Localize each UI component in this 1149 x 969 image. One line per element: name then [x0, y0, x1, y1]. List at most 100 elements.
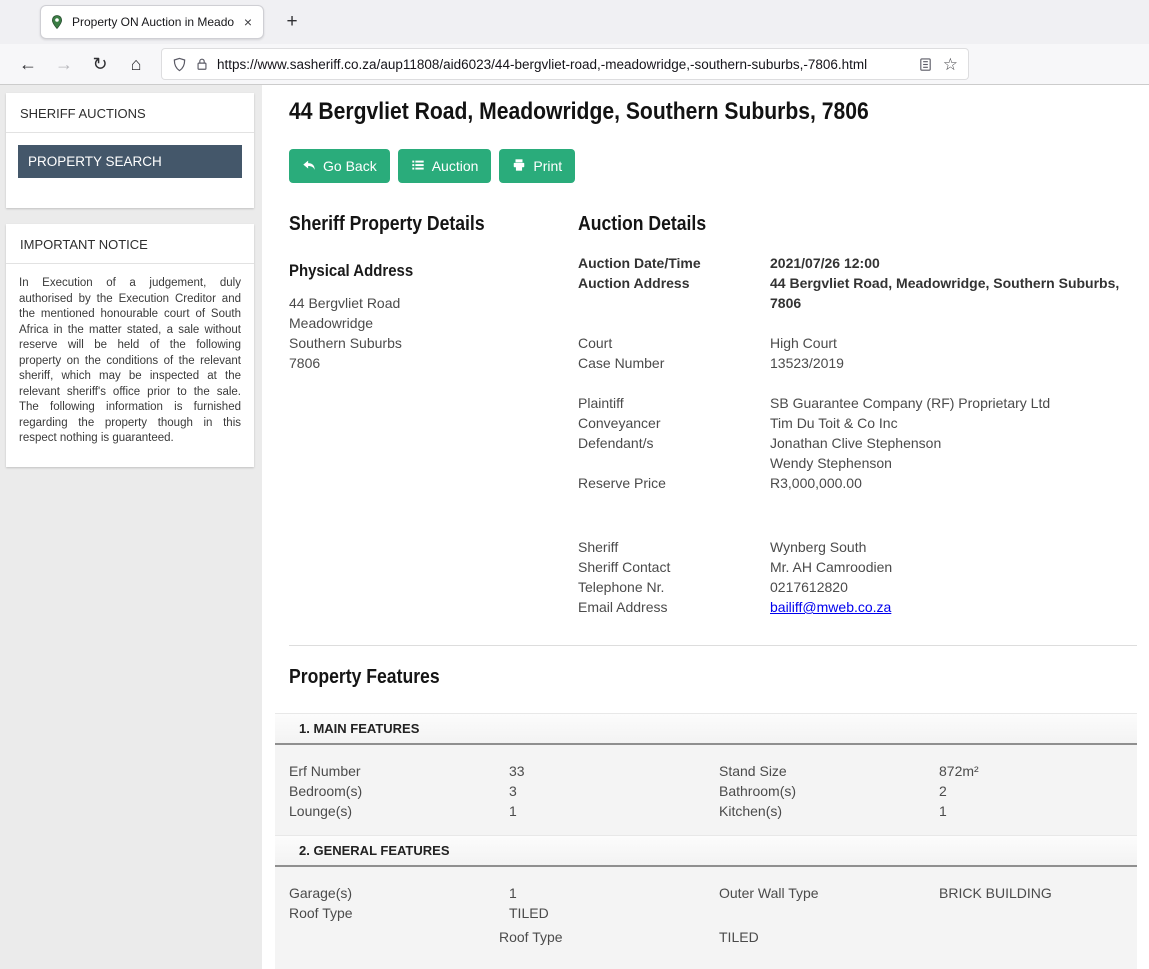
address-line: Meadowridge	[289, 313, 578, 333]
detail-value: Wynberg South	[770, 537, 1137, 557]
detail-value: SB Guarantee Company (RF) Proprietary Lt…	[770, 393, 1137, 413]
detail-label: Plaintiff	[578, 393, 770, 413]
feature-label: Bathroom(s)	[719, 781, 939, 801]
feature-row-offset: Roof Type TILED	[275, 927, 1137, 947]
notice-text: In Execution of a judgement, duly author…	[6, 264, 254, 467]
refresh-button[interactable]: ↻	[85, 49, 115, 79]
navigation-toolbar: ← → ↻ ⌂ https://www.sasheriff.co.za/aup1…	[0, 44, 1149, 85]
go-back-label: Go Back	[323, 158, 377, 174]
detail-value: Mr. AH Camroodien	[770, 557, 1137, 577]
url-text: https://www.sasheriff.co.za/aup11808/aid…	[217, 57, 910, 72]
detail-value: Wendy Stephenson	[770, 453, 1137, 473]
action-buttons: Go Back Auction Print	[289, 149, 1137, 183]
detail-value: 13523/2019	[770, 353, 1137, 373]
tab-bar: Property ON Auction in Meado × +	[0, 0, 1149, 44]
feature-label: Stand Size	[719, 761, 939, 781]
feature-row: Roof Type TILED	[275, 903, 1137, 923]
row-sheriff: Sheriff Wynberg South	[578, 537, 1137, 557]
bookmark-star-icon[interactable]: ☆	[943, 56, 958, 73]
divider	[289, 645, 1137, 646]
feature-value: 33	[509, 761, 719, 781]
feature-value: 1	[509, 883, 719, 903]
detail-value: 0217612820	[770, 577, 1137, 597]
detail-label: Auction Date/Time	[578, 253, 770, 273]
detail-value: 2021/07/26 12:00	[770, 253, 1137, 273]
property-details-column: Sheriff Property Details Physical Addres…	[289, 197, 578, 617]
property-features-heading: Property Features	[289, 666, 1035, 689]
row-defendants-2: Wendy Stephenson	[578, 453, 1137, 473]
detail-value: High Court	[770, 333, 1137, 353]
feature-label: Garage(s)	[275, 883, 509, 903]
feature-label	[719, 903, 939, 923]
main-content: 44 Bergvliet Road, Meadowridge, Southern…	[262, 85, 1149, 969]
feature-value: 1	[939, 801, 1137, 821]
detail-label: Email Address	[578, 597, 770, 617]
feature-row: Garage(s) 1 Outer Wall Type BRICK BUILDI…	[275, 883, 1137, 903]
row-auction-datetime: Auction Date/Time 2021/07/26 12:00	[578, 253, 1137, 273]
feature-value: 2	[939, 781, 1137, 801]
physical-address-heading: Physical Address	[289, 261, 543, 281]
section-header-general-features: 2. GENERAL FEATURES	[275, 835, 1137, 867]
detail-value: 44 Bergvliet Road, Meadowridge, Southern…	[770, 273, 1137, 313]
forward-button[interactable]: →	[49, 49, 79, 79]
lock-icon[interactable]	[195, 57, 209, 71]
sheriff-auctions-title: SHERIFF AUCTIONS	[6, 93, 254, 133]
detail-label: Defendant/s	[578, 433, 770, 453]
row-plaintiff: Plaintiff SB Guarantee Company (RF) Prop…	[578, 393, 1137, 413]
address-line: 7806	[289, 353, 578, 373]
page-title: 44 Bergvliet Road, Meadowridge, Southern…	[289, 97, 1035, 127]
home-button[interactable]: ⌂	[121, 49, 151, 79]
feature-label: Bedroom(s)	[275, 781, 509, 801]
row-email: Email Address bailiff@mweb.co.za	[578, 597, 1137, 617]
detail-value: Jonathan Clive Stephenson	[770, 433, 1137, 453]
feature-row: Bedroom(s) 3 Bathroom(s) 2	[275, 781, 1137, 801]
row-defendants: Defendant/s Jonathan Clive Stephenson	[578, 433, 1137, 453]
auction-button[interactable]: Auction	[398, 149, 492, 183]
browser-tab[interactable]: Property ON Auction in Meado ×	[40, 5, 264, 39]
feature-label: Outer Wall Type	[719, 883, 939, 903]
sheriff-auctions-panel: SHERIFF AUCTIONS PROPERTY SEARCH	[6, 93, 254, 208]
feature-value: 872m²	[939, 761, 1137, 781]
feature-label: Roof Type	[275, 903, 509, 923]
detail-label: Auction Address	[578, 273, 770, 313]
feature-row: Lounge(s) 1 Kitchen(s) 1	[275, 801, 1137, 821]
go-back-button[interactable]: Go Back	[289, 149, 390, 183]
detail-value: Tim Du Toit & Co Inc	[770, 413, 1137, 433]
tab-title: Property ON Auction in Meado	[72, 15, 237, 29]
email-link[interactable]: bailiff@mweb.co.za	[770, 599, 891, 615]
feature-label: Erf Number	[275, 761, 509, 781]
features-table: 1. MAIN FEATURES Erf Number 33 Stand Siz…	[275, 713, 1137, 969]
auction-list-icon	[411, 158, 425, 175]
back-button[interactable]: ←	[13, 49, 43, 79]
reader-view-icon[interactable]	[918, 57, 933, 72]
address-line: 44 Bergvliet Road	[289, 293, 578, 313]
detail-label: Conveyancer	[578, 413, 770, 433]
feature-row: Erf Number 33 Stand Size 872m²	[275, 761, 1137, 781]
section-header-main-features: 1. MAIN FEATURES	[275, 713, 1137, 745]
print-icon	[512, 158, 526, 175]
feature-value: BRICK BUILDING	[939, 883, 1137, 903]
detail-label: Sheriff	[578, 537, 770, 557]
feature-value: TILED	[719, 927, 1137, 947]
property-details-heading: Sheriff Property Details	[289, 211, 543, 237]
tracking-shield-icon[interactable]	[172, 57, 187, 72]
feature-value: 3	[509, 781, 719, 801]
print-label: Print	[533, 158, 562, 174]
feature-label: Kitchen(s)	[719, 801, 939, 821]
print-button[interactable]: Print	[499, 149, 575, 183]
row-auction-address: Auction Address 44 Bergvliet Road, Meado…	[578, 273, 1137, 313]
auction-label: Auction	[432, 158, 479, 174]
feature-value: TILED	[509, 903, 719, 923]
address-line: Southern Suburbs	[289, 333, 578, 353]
site-favicon-icon	[49, 14, 65, 30]
important-notice-panel: IMPORTANT NOTICE In Execution of a judge…	[6, 224, 254, 467]
url-bar[interactable]: https://www.sasheriff.co.za/aup11808/aid…	[162, 49, 968, 79]
new-tab-button[interactable]: +	[278, 8, 306, 36]
page-body: SHERIFF AUCTIONS PROPERTY SEARCH IMPORTA…	[0, 85, 1149, 969]
tab-close-icon[interactable]: ×	[241, 14, 255, 30]
row-conveyancer: Conveyancer Tim Du Toit & Co Inc	[578, 413, 1137, 433]
detail-label	[578, 453, 770, 473]
row-sheriff-contact: Sheriff Contact Mr. AH Camroodien	[578, 557, 1137, 577]
row-case-number: Case Number 13523/2019	[578, 353, 1137, 373]
property-search-button[interactable]: PROPERTY SEARCH	[18, 145, 242, 178]
